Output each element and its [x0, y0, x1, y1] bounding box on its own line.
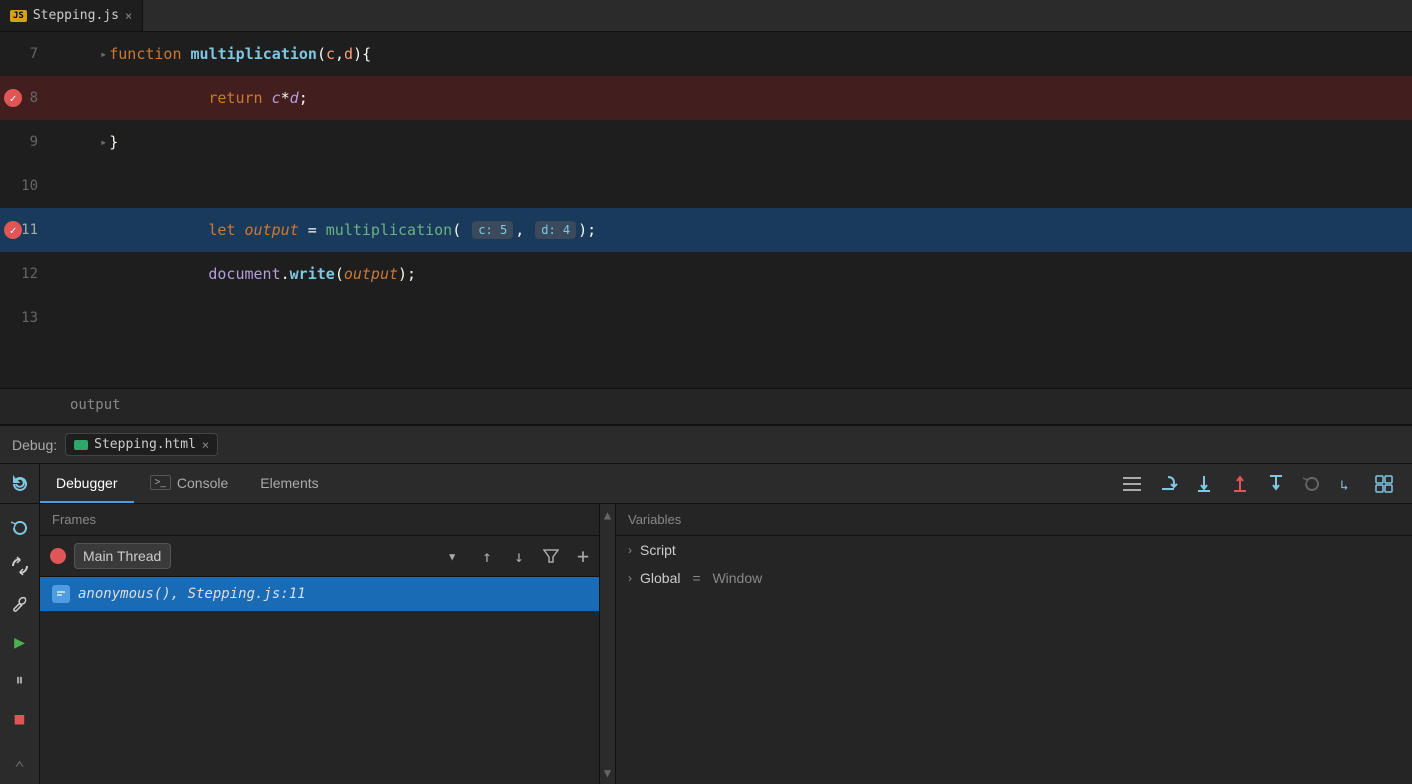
thread-filter-button[interactable]	[537, 542, 565, 570]
scroll-column[interactable]: ▲ ▼	[600, 504, 616, 784]
debug-header: Debug: Stepping.html ×	[0, 426, 1412, 464]
frames-panel: Frames Main Thread ↑ ↓	[40, 504, 600, 784]
control-column: ▶ ⏸ ■ ⌃	[0, 504, 40, 784]
thread-status-dot	[50, 548, 66, 564]
debugger-main: ▶ ⏸ ■ ⌃ Frames Main Thread ↑ ↓	[0, 504, 1412, 784]
variables-header: Variables	[616, 504, 1412, 536]
reload-icon[interactable]	[1296, 468, 1328, 500]
svg-text:↳: ↳	[1340, 478, 1348, 494]
code-line-10: 10	[0, 164, 1412, 208]
frame-item-anonymous[interactable]: anonymous(), Stepping.js:11	[40, 577, 599, 611]
more-button[interactable]: ⌃	[4, 752, 36, 784]
code-editor: 7 ▸ function multiplication(c,d){ 8 retu…	[0, 32, 1412, 424]
thread-up-button[interactable]: ↑	[473, 542, 501, 570]
thread-select-wrapper: Main Thread	[74, 543, 465, 569]
debug-panel: Debug: Stepping.html × Debugger >_ Conso…	[0, 424, 1412, 784]
var-val-global: Window	[712, 570, 762, 586]
resume-button[interactable]: ▶	[4, 626, 36, 658]
pause-button[interactable]: ⏸	[4, 664, 36, 696]
var-item-script[interactable]: › Script	[616, 536, 1412, 564]
var-item-global[interactable]: › Global = Window	[616, 564, 1412, 592]
code-line-11-content: let output = multiplication( c: 5, d: 4)…	[50, 212, 596, 248]
line-number-7: 7	[0, 46, 50, 62]
code-line-9-content: ▸ }	[50, 133, 118, 151]
code-line-8: 8 return c*d;	[0, 76, 1412, 120]
line-number-11: 11	[0, 222, 50, 238]
thread-down-button[interactable]: ↓	[505, 542, 533, 570]
file-tab[interactable]: JS Stepping.js ×	[0, 0, 143, 31]
fold-icon-9[interactable]: ▸	[100, 135, 107, 149]
code-line-12: 12 document.write(output);	[0, 252, 1412, 296]
var-name-script: Script	[640, 542, 676, 558]
tab-label: Stepping.js	[33, 8, 119, 23]
thread-row: Main Thread ↑ ↓ +	[40, 536, 599, 577]
wrench-ctrl-button[interactable]	[4, 588, 36, 620]
frame-type-icon	[52, 585, 70, 603]
code-line-12-content: document.write(output);	[50, 256, 416, 292]
grid-icon[interactable]	[1368, 468, 1400, 500]
line-number-9: 9	[0, 134, 50, 150]
var-arrow-global: ›	[628, 571, 632, 585]
frames-header: Frames	[40, 504, 599, 536]
sidebar-refresh-button[interactable]	[0, 464, 40, 503]
code-line-13: 13	[0, 296, 1412, 340]
expression-icon[interactable]: ↳	[1332, 468, 1364, 500]
variables-panel: Variables › Script › Global = Window	[616, 504, 1412, 784]
debug-tab-close-button[interactable]: ×	[202, 438, 209, 452]
tab-debugger[interactable]: Debugger	[40, 464, 134, 503]
step-out-icon[interactable]	[1224, 468, 1256, 500]
line-number-13: 13	[0, 310, 50, 326]
output-bar: output	[0, 388, 1412, 424]
var-eq-global: =	[688, 570, 704, 586]
reload-ctrl-button[interactable]	[4, 512, 36, 544]
toolbar-icons: ↳	[1116, 464, 1412, 503]
hamburger-icon[interactable]	[1116, 468, 1148, 500]
tab-close-button[interactable]: ×	[125, 9, 132, 23]
frame-label: anonymous(), Stepping.js:11	[78, 586, 306, 602]
scroll-up-arrow[interactable]: ▲	[604, 508, 611, 522]
thread-select[interactable]: Main Thread	[74, 543, 171, 569]
tab-console[interactable]: >_ Console	[134, 464, 245, 503]
debug-file-tab[interactable]: Stepping.html ×	[65, 433, 218, 456]
code-line-9: 9 ▸ }	[0, 120, 1412, 164]
line-number-10: 10	[0, 178, 50, 194]
step-into-icon[interactable]	[1188, 468, 1220, 500]
var-name-global: Global	[640, 570, 680, 586]
code-line-8-content: return c*d;	[50, 80, 308, 116]
tab-bar: JS Stepping.js ×	[0, 0, 1412, 32]
step-over-icon[interactable]	[1152, 468, 1184, 500]
var-arrow-script: ›	[628, 543, 632, 557]
sync-ctrl-button[interactable]	[4, 550, 36, 582]
fold-icon-7[interactable]: ▸	[100, 47, 107, 61]
breakpoint-8[interactable]	[4, 89, 22, 107]
thread-controls: ↑ ↓	[473, 542, 565, 570]
line-number-12: 12	[0, 266, 50, 282]
step-backward-icon[interactable]	[1260, 468, 1292, 500]
debug-label: Debug:	[12, 437, 57, 453]
breakpoint-11[interactable]	[4, 221, 22, 239]
tab-elements[interactable]: Elements	[244, 464, 334, 503]
code-line-7-content: ▸ function multiplication(c,d){	[50, 45, 371, 63]
c-badge: c: 5	[472, 221, 513, 239]
scroll-down-arrow[interactable]: ▼	[604, 766, 611, 780]
console-icon: >_	[150, 475, 171, 490]
debugger-tabs-row: Debugger >_ Console Elements	[0, 464, 1412, 504]
d-badge: d: 4	[535, 221, 576, 239]
code-lines: 7 ▸ function multiplication(c,d){ 8 retu…	[0, 32, 1412, 388]
refresh-icon	[10, 474, 30, 494]
output-label: output	[70, 397, 121, 413]
line-number-8: 8	[0, 90, 50, 106]
code-line-7: 7 ▸ function multiplication(c,d){	[0, 32, 1412, 76]
debug-tab-label: Stepping.html	[94, 437, 196, 452]
html-icon	[74, 440, 88, 450]
stop-button[interactable]: ■	[4, 702, 36, 734]
js-icon: JS	[10, 10, 27, 22]
code-line-11: 11 let output = multiplication( c: 5, d:…	[0, 208, 1412, 252]
add-frame-button[interactable]: +	[577, 544, 589, 568]
